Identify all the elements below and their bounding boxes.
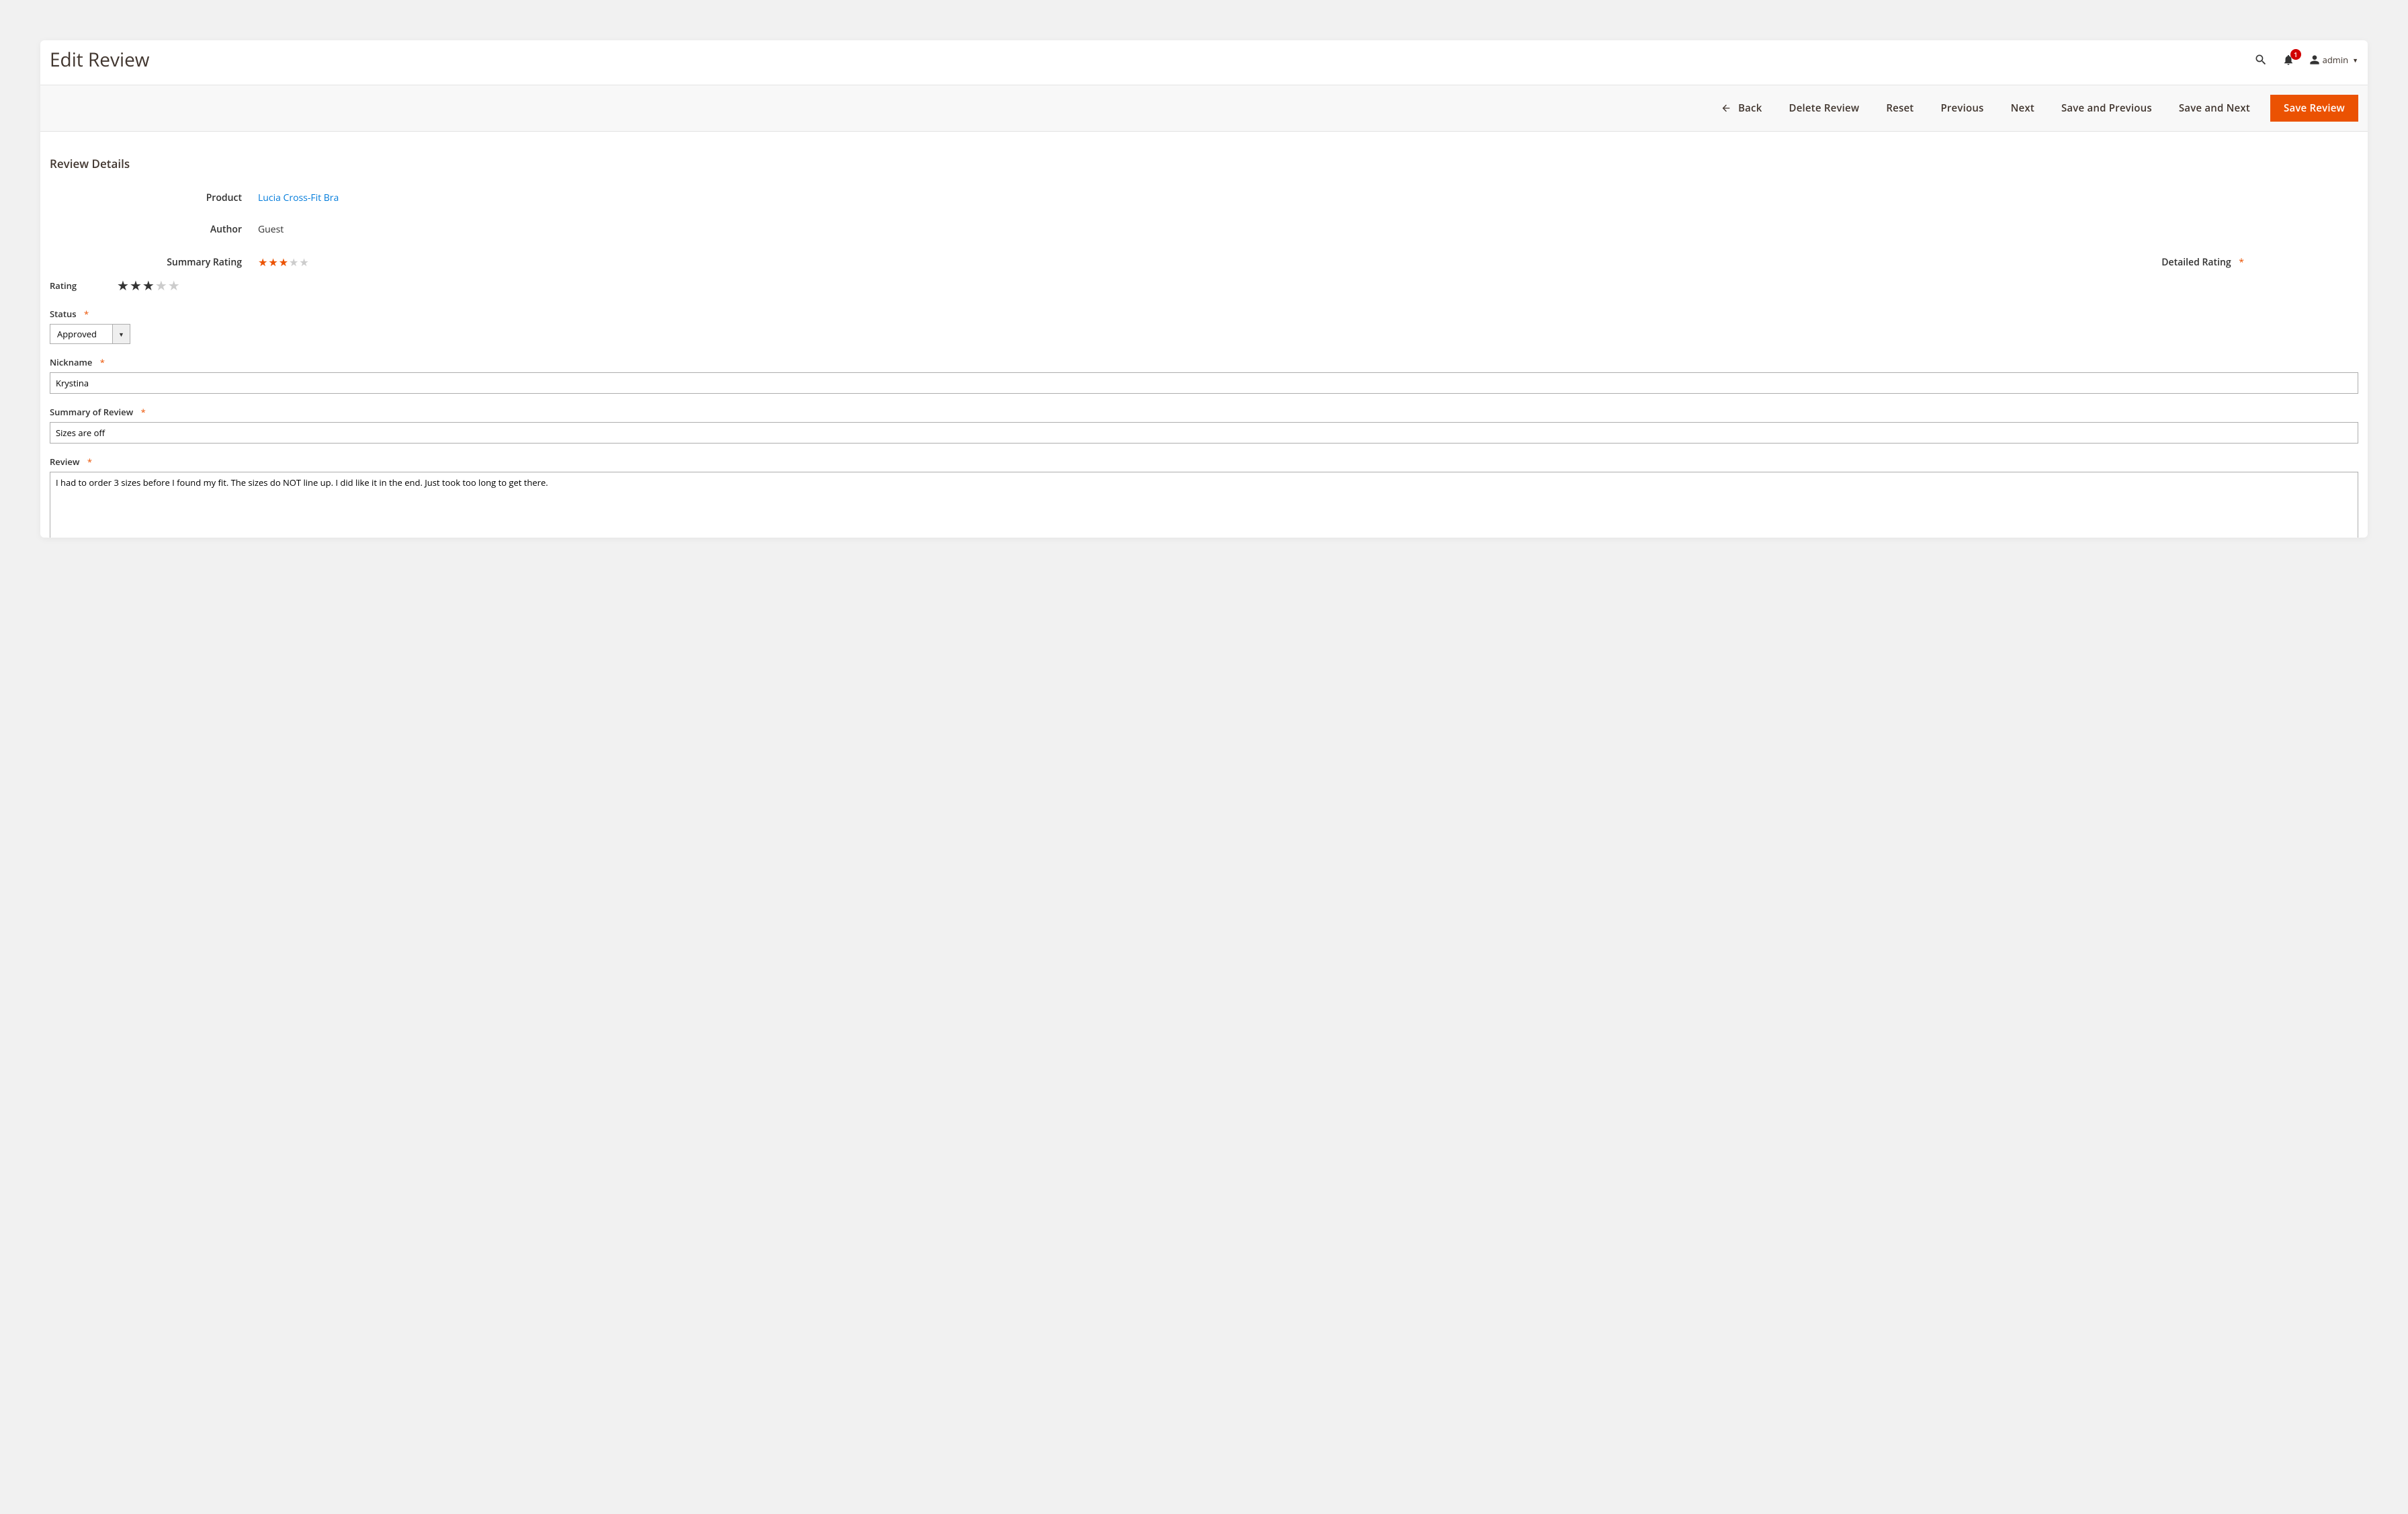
status-select-input[interactable]: Approved xyxy=(50,325,112,343)
review-text-field: Review * I had to order 3 sizes before I… xyxy=(50,456,2358,538)
page-title: Edit Review xyxy=(50,47,150,73)
delete-review-button[interactable]: Delete Review xyxy=(1776,95,1873,122)
summary-rating-row: Summary Rating ★★★★★ Detailed Rating * xyxy=(50,255,2358,269)
required-mark: * xyxy=(87,456,92,468)
review-textarea[interactable]: I had to order 3 sizes before I found my… xyxy=(50,472,2358,538)
nickname-field: Nickname * xyxy=(50,356,2358,394)
chevron-down-icon: ▼ xyxy=(2352,56,2358,65)
header-actions: 1 admin ▼ xyxy=(2254,53,2358,67)
summary-field: Summary of Review * xyxy=(50,406,2358,444)
star-icon[interactable]: ★ xyxy=(130,276,142,294)
rating-label: Rating xyxy=(50,280,117,292)
rating-field: Rating ★★★★★ xyxy=(50,276,2358,294)
search-icon[interactable] xyxy=(2254,53,2268,67)
product-field: Product Lucia Cross-Fit Bra xyxy=(50,192,2358,204)
back-button[interactable]: Back xyxy=(1707,95,1775,122)
star-icon: ★ xyxy=(279,255,288,269)
star-icon[interactable]: ★ xyxy=(155,276,167,294)
status-select[interactable]: Approved ▼ xyxy=(50,324,130,344)
author-label: Author xyxy=(50,223,258,236)
chevron-down-icon: ▼ xyxy=(112,325,130,343)
status-label: Status * xyxy=(50,308,2358,320)
summary-rating-label: Summary Rating xyxy=(50,256,258,269)
summary-label: Summary of Review * xyxy=(50,406,2358,418)
required-mark: * xyxy=(2239,256,2244,269)
required-mark: * xyxy=(100,356,105,368)
star-icon: ★ xyxy=(299,255,308,269)
product-link[interactable]: Lucia Cross-Fit Bra xyxy=(258,192,339,204)
author-field: Author Guest xyxy=(50,223,2358,236)
page-header: Edit Review 1 admin ▼ xyxy=(40,40,2368,85)
summary-input[interactable] xyxy=(50,422,2358,444)
next-button[interactable]: Next xyxy=(1997,95,2048,122)
previous-button[interactable]: Previous xyxy=(1927,95,1997,122)
save-previous-button[interactable]: Save and Previous xyxy=(2048,95,2165,122)
section-title: Review Details xyxy=(50,156,2358,171)
detailed-rating-label: Detailed Rating * xyxy=(2161,256,2244,269)
notifications-button[interactable]: 1 xyxy=(2282,53,2294,67)
star-icon: ★ xyxy=(258,255,267,269)
save-next-button[interactable]: Save and Next xyxy=(2165,95,2264,122)
star-icon[interactable]: ★ xyxy=(117,276,129,294)
reset-button[interactable]: Reset xyxy=(1873,95,1927,122)
review-label: Review * xyxy=(50,456,2358,468)
product-label: Product xyxy=(50,192,258,204)
user-name-label: admin xyxy=(2323,54,2348,66)
content-area: Review Details Product Lucia Cross-Fit B… xyxy=(40,132,2368,538)
notification-badge: 1 xyxy=(2290,49,2301,60)
user-icon xyxy=(2309,54,2320,65)
rating-stars[interactable]: ★★★★★ xyxy=(117,276,180,294)
required-mark: * xyxy=(141,406,146,418)
nickname-input[interactable] xyxy=(50,372,2358,394)
user-menu[interactable]: admin ▼ xyxy=(2309,54,2358,66)
action-bar: Back Delete Review Reset Previous Next S… xyxy=(40,85,2368,132)
star-icon: ★ xyxy=(268,255,277,269)
summary-rating-stars: ★★★★★ xyxy=(258,255,309,269)
star-icon: ★ xyxy=(289,255,298,269)
author-value: Guest xyxy=(258,223,284,236)
arrow-left-icon xyxy=(1721,103,1731,114)
status-field: Status * Approved ▼ xyxy=(50,308,2358,344)
save-review-button[interactable]: Save Review xyxy=(2270,95,2358,122)
star-icon[interactable]: ★ xyxy=(142,276,155,294)
nickname-label: Nickname * xyxy=(50,356,2358,368)
star-icon[interactable]: ★ xyxy=(168,276,180,294)
required-mark: * xyxy=(84,308,89,320)
